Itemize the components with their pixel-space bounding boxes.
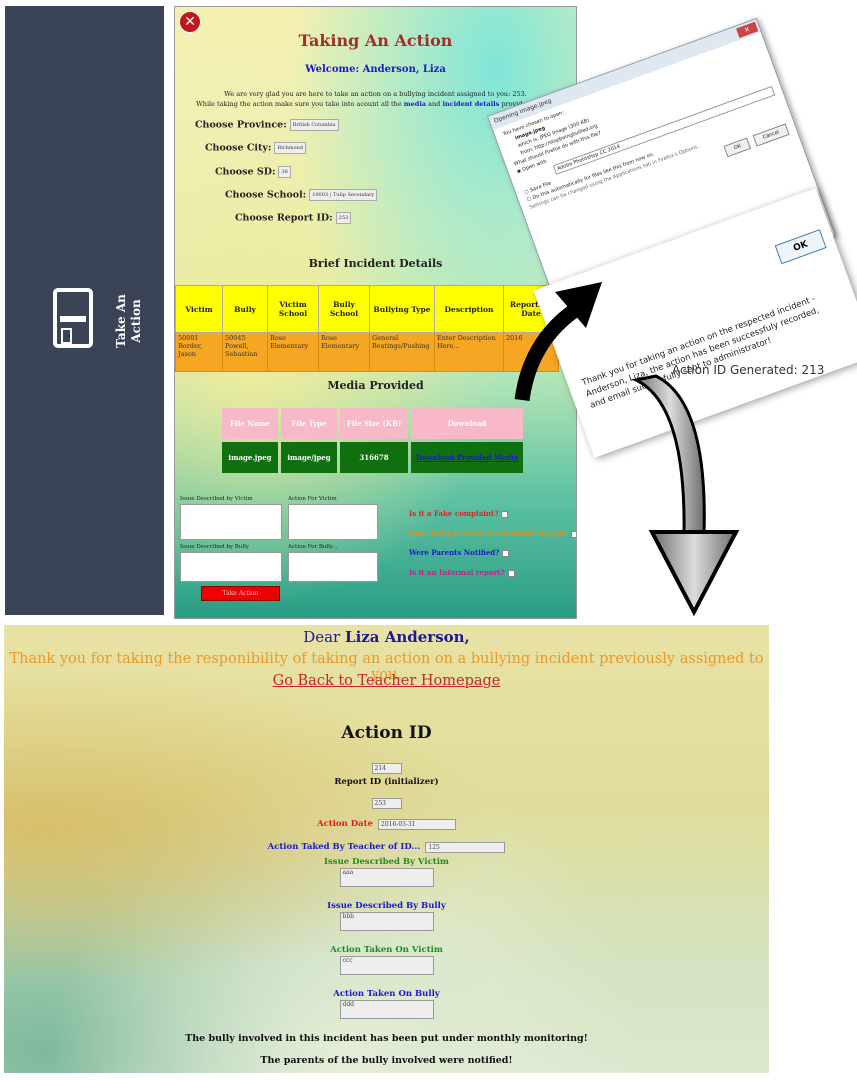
- col-bullying-type: Bullying Type: [369, 285, 435, 333]
- col-victim: Victim: [175, 285, 223, 333]
- col-bully-school: Bully School: [318, 285, 370, 333]
- credit-card-icon[interactable]: [53, 288, 93, 348]
- city-label: Choose City:: [205, 142, 272, 154]
- curved-arrow-icon: [514, 282, 602, 402]
- teacher-id-label: Action Taked By Teacher of ID...: [267, 842, 421, 852]
- intro-text: We are very glad you are here to take an…: [185, 89, 566, 109]
- col-download: Download: [411, 408, 523, 439]
- cell-file-size: 316678: [340, 442, 408, 473]
- sd-select[interactable]: 38: [278, 166, 291, 178]
- teacher-id-field[interactable]: 125: [425, 842, 506, 853]
- fake-complaint-row: Is it a Fake complaint?: [409, 509, 509, 518]
- confirmation-page: Dear Liza Anderson, Thank you for taking…: [4, 625, 769, 1073]
- parents-note: The parents of the bully involved were n…: [260, 1055, 513, 1066]
- fake-complaint-checkbox[interactable]: [501, 510, 509, 518]
- action-date-field[interactable]: 2016-03-31: [378, 819, 457, 830]
- action-victim-label: Action For Victim: [288, 496, 337, 502]
- intro-and: and: [428, 100, 441, 108]
- bully-issue-textarea[interactable]: [180, 552, 282, 582]
- cell-bully-school: Rose Elementary: [318, 332, 370, 372]
- action-victim-field[interactable]: ccc: [339, 956, 434, 975]
- col-file-name: File Name: [222, 408, 278, 439]
- fake-complaint-label: Is it a Fake complaint?: [409, 509, 499, 518]
- informal-row: Is it an Informal report?: [409, 568, 515, 577]
- monitor-checkbox[interactable]: [571, 530, 576, 538]
- action-id-field[interactable]: 214: [371, 763, 402, 774]
- col-file-size: File Size (KB): [340, 408, 408, 439]
- bully-issue-label: Issue Described by Bully: [180, 544, 249, 550]
- report-select[interactable]: 253: [335, 212, 352, 224]
- report-id-field[interactable]: 253: [371, 798, 402, 809]
- close-icon[interactable]: ✕: [179, 11, 201, 33]
- monitor-row: Does Bully nees to be monitored by you?: [409, 529, 576, 538]
- action-id-heading: Action ID: [341, 723, 432, 743]
- intro-line-2: While taking the action make sure you ta…: [196, 100, 402, 108]
- col-description: Description: [434, 285, 504, 333]
- province-row: Choose Province: British Columbia: [195, 119, 339, 131]
- city-row: Choose City: Richmond: [205, 142, 306, 154]
- incident-details-link[interactable]: incident details: [442, 100, 499, 108]
- sd-row: Choose SD: 38: [215, 166, 291, 178]
- school-row: Choose School: 10003 | Tulip Secondary: [225, 189, 378, 201]
- col-file-type: File Type: [281, 408, 337, 439]
- parents-row: Were Parents Notified?: [409, 548, 510, 557]
- take-action-button[interactable]: Take Action: [201, 586, 280, 601]
- school-label: Choose School:: [225, 189, 307, 201]
- col-bully: Bully: [222, 285, 268, 333]
- province-label: Choose Province:: [195, 119, 287, 131]
- parents-checkbox[interactable]: [502, 549, 510, 557]
- monitor-label: Does Bully nees to be monitored by you?: [409, 529, 569, 538]
- cell-file-name: image.jpeg: [222, 442, 278, 473]
- media-header-row: File Name File Type File Size (KB) Downl…: [222, 408, 523, 439]
- sidebar: Take An Action: [5, 6, 164, 615]
- victim-issue-label: Issue Described by Victim: [180, 496, 253, 502]
- informal-label: Is it an Informal report?: [409, 568, 505, 577]
- dialog-ok-button[interactable]: OK: [723, 137, 752, 158]
- download-media-link[interactable]: Download Provided Media: [411, 442, 523, 473]
- cell-bully: 50045 Powell, Sebastian: [222, 332, 268, 372]
- report-label: Choose Report ID:: [235, 212, 333, 224]
- sidebar-item-take-action[interactable]: Take An Action: [114, 281, 144, 361]
- action-victim-textarea[interactable]: [288, 504, 378, 540]
- dear-prefix: Dear: [303, 628, 341, 646]
- action-date-label: Action Date: [316, 819, 373, 829]
- dear-line: Dear Liza Anderson,: [4, 628, 769, 646]
- school-select[interactable]: 10003 | Tulip Secondary: [309, 189, 378, 201]
- media-link[interactable]: media: [404, 100, 426, 108]
- action-bully-field[interactable]: ddd: [339, 1000, 434, 1019]
- report-id-label: Report ID (initializer): [334, 777, 439, 787]
- cell-file-type: image/jpeg: [281, 442, 337, 473]
- action-bully-label: Action For Bully...: [288, 544, 338, 550]
- victim-issue-field[interactable]: aaa: [339, 868, 434, 887]
- monitoring-note: The bully involved in this incident has …: [185, 1033, 588, 1044]
- province-select[interactable]: British Columbia: [289, 119, 339, 131]
- media-table: File Name File Type File Size (KB) Downl…: [219, 405, 526, 476]
- intro-line-1: We are very glad you are here to take an…: [224, 90, 527, 98]
- informal-checkbox[interactable]: [507, 569, 515, 577]
- cell-description: Enter Description Here...: [434, 332, 504, 372]
- cell-victim-school: Rose Elementary: [267, 332, 319, 372]
- col-victim-school: Victim School: [267, 285, 319, 333]
- cell-victim: 50001 Border, Jason: [175, 332, 223, 372]
- sd-label: Choose SD:: [215, 166, 276, 178]
- table-row: image.jpeg image/jpeg 316678 Download Pr…: [222, 442, 523, 473]
- dear-name: Liza Anderson,: [345, 628, 470, 646]
- bully-issue-label: Issue Described By Bully: [327, 901, 446, 911]
- action-bully-label: Action Taken On Bully: [333, 989, 440, 999]
- report-row: Choose Report ID: 253: [235, 212, 352, 224]
- cell-bullying-type: General Beatings/Pushing: [369, 332, 435, 372]
- back-to-homepage-link[interactable]: Go Back to Teacher Homepage: [4, 673, 769, 689]
- victim-issue-label: Issue Described By Victim: [324, 857, 449, 867]
- action-bully-textarea[interactable]: [288, 552, 378, 582]
- bully-issue-field[interactable]: bbb: [339, 912, 434, 931]
- down-arrow-icon: [631, 374, 740, 617]
- parents-label: Were Parents Notified?: [409, 548, 500, 557]
- msgbox-ok-button[interactable]: OK: [774, 229, 827, 265]
- victim-issue-textarea[interactable]: [180, 504, 282, 540]
- action-victim-label: Action Taken On Victim: [330, 945, 443, 955]
- city-select[interactable]: Richmond: [274, 142, 306, 154]
